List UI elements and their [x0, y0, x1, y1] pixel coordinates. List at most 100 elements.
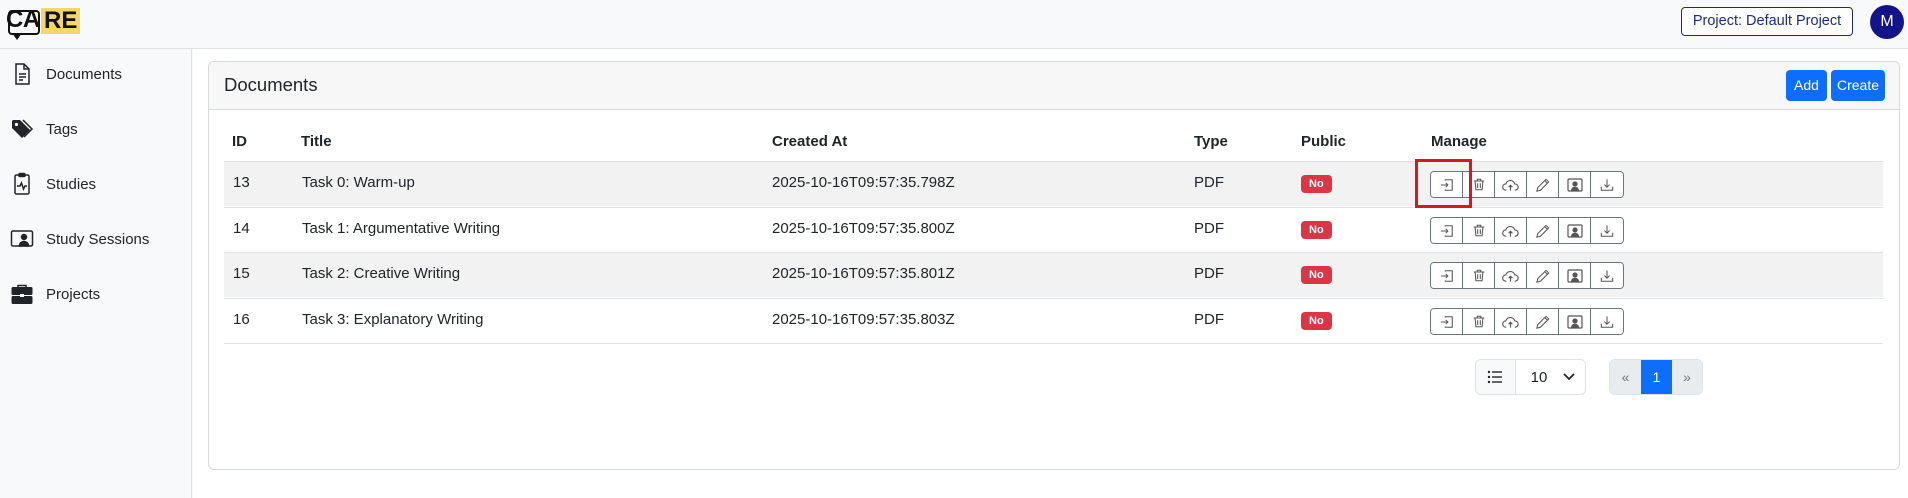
open-icon	[1440, 269, 1454, 283]
sidebar-item-projects[interactable]: Projects	[0, 272, 192, 316]
open-document-button[interactable]	[1431, 172, 1463, 197]
upload-button[interactable]	[1495, 172, 1527, 197]
delete-button[interactable]	[1463, 172, 1495, 197]
public-status-badge: No	[1301, 221, 1332, 239]
sidebar-item-label: Documents	[46, 66, 122, 83]
upload-button[interactable]	[1495, 263, 1527, 288]
cell-id: 14	[233, 220, 250, 237]
person-video-icon	[10, 230, 34, 247]
public-status-badge: No	[1301, 175, 1332, 193]
open-icon	[1440, 224, 1454, 238]
column-header-created-at: Created At	[772, 133, 848, 150]
upload-button[interactable]	[1495, 218, 1527, 243]
cell-id: 13	[233, 174, 250, 191]
cell-title: Task 1: Argumentative Writing	[302, 220, 501, 237]
logo-text-ca: CA	[6, 6, 40, 33]
page-1-button[interactable]: 1	[1641, 360, 1672, 394]
tags-icon	[12, 119, 34, 138]
download-icon	[1600, 315, 1614, 329]
public-status-badge: No	[1301, 266, 1332, 284]
sidebar-item-documents[interactable]: Documents	[0, 52, 192, 96]
download-icon	[1600, 178, 1614, 192]
create-button[interactable]: Create	[1831, 70, 1885, 101]
person-badge-icon	[1566, 223, 1583, 238]
column-header-public: Public	[1301, 133, 1347, 150]
table-row: 14 Task 1: Argumentative Writing 2025-10-1…	[224, 207, 1883, 252]
sidebar: Documents Tags Studies Study Sessions Pr…	[0, 49, 192, 498]
open-document-button[interactable]	[1431, 263, 1463, 288]
manage-button-group	[1430, 308, 1624, 335]
prev-page-button[interactable]: «	[1610, 360, 1641, 394]
top-navbar: CA RE Project: Default Project M	[0, 0, 1908, 49]
next-page-button[interactable]: »	[1672, 360, 1702, 394]
delete-button[interactable]	[1463, 218, 1495, 243]
logo-bubble-tail	[12, 33, 22, 40]
download-button[interactable]	[1591, 263, 1623, 288]
edit-button[interactable]	[1527, 263, 1559, 288]
manage-button-group	[1430, 262, 1624, 289]
cell-created-at: 2025-10-16T09:57:35.801Z	[772, 265, 955, 282]
sidebar-item-study-sessions[interactable]: Study Sessions	[0, 217, 192, 261]
edit-button[interactable]	[1527, 172, 1559, 197]
sidebar-item-label: Studies	[46, 176, 97, 193]
document-icon	[15, 63, 30, 85]
assign-button[interactable]	[1559, 309, 1591, 334]
sidebar-item-tags[interactable]: Tags	[0, 107, 192, 151]
download-icon	[1600, 224, 1614, 238]
download-button[interactable]	[1591, 172, 1623, 197]
edit-button[interactable]	[1527, 218, 1559, 243]
sidebar-item-label: Study Sessions	[46, 231, 150, 248]
delete-button[interactable]	[1463, 263, 1495, 288]
card-header: Documents Add Create	[209, 62, 1899, 110]
sidebar-item-label: Tags	[46, 121, 78, 138]
column-header-manage: Manage	[1431, 133, 1487, 150]
column-header-type: Type	[1194, 133, 1228, 150]
briefcase-icon	[11, 284, 33, 304]
cell-type: PDF	[1194, 174, 1224, 191]
person-badge-icon	[1566, 314, 1583, 329]
table-row: 13 Task 0: Warm-up 2025-10-16T09:57:35.798…	[224, 161, 1883, 206]
cell-created-at: 2025-10-16T09:57:35.803Z	[772, 311, 955, 328]
page-size-selector[interactable]: 10	[1475, 359, 1586, 395]
cell-created-at: 2025-10-16T09:57:35.798Z	[772, 174, 955, 191]
delete-button[interactable]	[1463, 309, 1495, 334]
download-button[interactable]	[1591, 218, 1623, 243]
upload-button[interactable]	[1495, 309, 1527, 334]
open-icon	[1440, 178, 1454, 192]
sidebar-item-studies[interactable]: Studies	[0, 162, 192, 206]
pencil-icon	[1535, 178, 1550, 192]
cloud-upload-icon	[1502, 315, 1519, 329]
user-avatar[interactable]: M	[1870, 5, 1904, 39]
assign-button[interactable]	[1559, 218, 1591, 243]
table-bottom-border	[224, 343, 1883, 344]
care-logo[interactable]: CA RE	[6, 6, 81, 40]
page-size-value: 10	[1530, 369, 1548, 386]
cloud-upload-icon	[1502, 224, 1519, 238]
pagination: « 1 »	[1609, 359, 1703, 395]
table-row: 15 Task 2: Creative Writing 2025-10-16T09:…	[224, 252, 1883, 297]
assign-button[interactable]	[1559, 172, 1591, 197]
cell-title: Task 3: Explanatory Writing	[302, 311, 484, 328]
edit-button[interactable]	[1527, 309, 1559, 334]
logo-text-re: RE	[41, 8, 81, 34]
open-document-button[interactable]	[1431, 218, 1463, 243]
trash-icon	[1472, 177, 1486, 192]
page-size-select[interactable]: 10	[1515, 360, 1585, 394]
cell-type: PDF	[1194, 220, 1224, 237]
column-header-id: ID	[232, 133, 247, 150]
page-title: Documents	[224, 74, 318, 95]
cell-id: 16	[233, 311, 250, 328]
cell-title: Task 2: Creative Writing	[302, 265, 461, 282]
column-header-title: Title	[301, 133, 332, 150]
cell-created-at: 2025-10-16T09:57:35.800Z	[772, 220, 955, 237]
list-icon	[1476, 360, 1516, 394]
assign-button[interactable]	[1559, 263, 1591, 288]
person-badge-icon	[1566, 177, 1583, 192]
project-selector-button[interactable]: Project: Default Project	[1681, 7, 1853, 36]
pencil-icon	[1535, 269, 1550, 283]
cloud-upload-icon	[1502, 269, 1519, 283]
add-button[interactable]: Add	[1786, 70, 1827, 101]
open-document-button[interactable]	[1431, 309, 1463, 334]
download-button[interactable]	[1591, 309, 1623, 334]
table-row: 16 Task 3: Explanatory Writing 2025-10-16T…	[224, 298, 1883, 343]
